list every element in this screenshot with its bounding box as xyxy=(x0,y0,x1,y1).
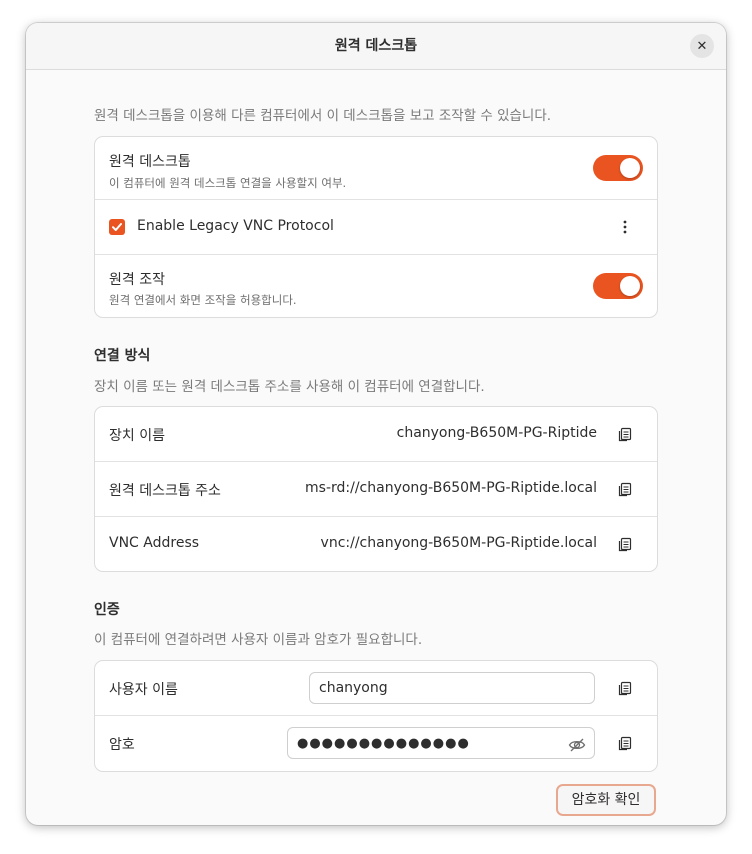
remote-control-subtitle: 원격 연결에서 화면 조작을 허용합니다. xyxy=(109,293,297,307)
remote-control-title: 원격 조작 xyxy=(109,272,165,288)
checkmark-icon xyxy=(112,223,122,231)
auth-section-title: 인증 xyxy=(94,602,120,618)
password-dots: ●●●●●●●●●●●●●● xyxy=(297,736,470,751)
rd-address-value: ms-rd://chanyong-B650M-PG-Riptide.local xyxy=(305,480,597,496)
connection-section-title: 연결 방식 xyxy=(94,348,151,364)
password-label: 암호 xyxy=(109,737,135,753)
toggle-knob xyxy=(620,276,640,296)
remote-desktop-toggle[interactable] xyxy=(593,155,643,181)
device-name-label: 장치 이름 xyxy=(109,428,165,444)
device-name-value: chanyong-B650M-PG-Riptide xyxy=(396,425,597,441)
remote-desktop-dialog: 원격 데스크톱 ✕ 원격 데스크톱을 이용해 다른 컴퓨터에서 이 데스크톱을 … xyxy=(26,23,726,825)
copy-icon[interactable] xyxy=(617,536,633,552)
titlebar: 원격 데스크톱 ✕ xyxy=(26,23,726,70)
rd-address-row: 원격 데스크톱 주소 ms-rd://chanyong-B650M-PG-Rip… xyxy=(95,462,657,517)
remote-desktop-subtitle: 이 컴퓨터에 원격 데스크톱 연결을 사용할지 여부. xyxy=(109,176,347,190)
copy-icon[interactable] xyxy=(617,735,633,751)
device-name-row: 장치 이름 chanyong-B650M-PG-Riptide xyxy=(95,407,657,462)
password-row: 암호 ●●●●●●●●●●●●●● xyxy=(95,716,657,770)
verify-encryption-button[interactable]: 암호화 확인 xyxy=(556,784,656,816)
remote-desktop-title: 원격 데스크톱 xyxy=(109,154,191,170)
hide-password-icon[interactable] xyxy=(568,735,586,753)
dialog-title: 원격 데스크톱 xyxy=(334,38,418,54)
remote-desktop-row: 원격 데스크톱 이 컴퓨터에 원격 데스크톱 연결을 사용할지 여부. xyxy=(95,137,657,200)
rd-address-label: 원격 데스크톱 주소 xyxy=(109,483,221,499)
connection-card: 장치 이름 chanyong-B650M-PG-Riptide 원격 데스크톱 … xyxy=(94,406,658,572)
intro-description: 원격 데스크톱을 이용해 다른 컴퓨터에서 이 데스크톱을 보고 조작할 수 있… xyxy=(94,108,552,124)
vnc-address-value: vnc://chanyong-B650M-PG-Riptide.local xyxy=(320,535,597,551)
remote-control-toggle[interactable] xyxy=(593,273,643,299)
close-button[interactable]: ✕ xyxy=(690,34,714,58)
close-icon: ✕ xyxy=(696,38,708,54)
remote-desktop-card: 원격 데스크톱 이 컴퓨터에 원격 데스크톱 연결을 사용할지 여부. Enab… xyxy=(94,136,658,318)
vnc-address-row: VNC Address vnc://chanyong-B650M-PG-Ript… xyxy=(95,517,657,571)
password-field[interactable]: ●●●●●●●●●●●●●● xyxy=(287,727,595,759)
remote-control-row: 원격 조작 원격 연결에서 화면 조작을 허용합니다. xyxy=(95,255,657,317)
vnc-address-label: VNC Address xyxy=(109,535,200,551)
more-options-icon[interactable] xyxy=(615,217,635,237)
copy-icon[interactable] xyxy=(617,481,633,497)
legacy-vnc-label: Enable Legacy VNC Protocol xyxy=(137,218,334,234)
auth-card: 사용자 이름 chanyong 암호 ●●●●●●●●●●●●●● xyxy=(94,660,658,772)
legacy-vnc-checkbox[interactable] xyxy=(109,219,125,235)
username-label: 사용자 이름 xyxy=(109,682,178,698)
legacy-vnc-row: Enable Legacy VNC Protocol xyxy=(95,200,657,255)
username-field[interactable]: chanyong xyxy=(309,672,595,704)
connection-description: 장치 이름 또는 원격 데스크톱 주소를 사용해 이 컴퓨터에 연결합니다. xyxy=(94,379,485,395)
toggle-knob xyxy=(620,158,640,178)
username-row: 사용자 이름 chanyong xyxy=(95,661,657,716)
auth-description: 이 컴퓨터에 연결하려면 사용자 이름과 암호가 필요합니다. xyxy=(94,632,423,648)
copy-icon[interactable] xyxy=(617,680,633,696)
copy-icon[interactable] xyxy=(617,426,633,442)
